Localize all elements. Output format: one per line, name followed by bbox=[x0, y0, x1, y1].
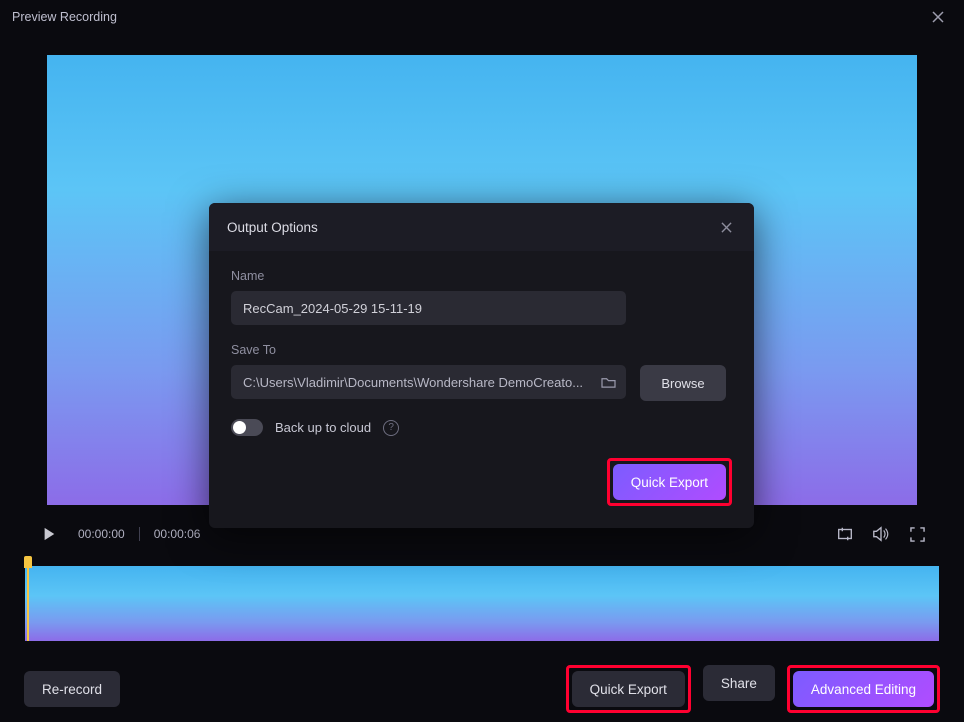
output-options-dialog: Output Options Name Save To C:\Users\Vla… bbox=[209, 203, 754, 528]
name-input[interactable] bbox=[231, 291, 626, 325]
crop-button[interactable] bbox=[836, 525, 854, 543]
help-icon[interactable]: ? bbox=[383, 420, 399, 436]
duration-time: 00:00:06 bbox=[154, 527, 201, 541]
fullscreen-icon bbox=[910, 527, 925, 542]
dialog-body: Name Save To C:\Users\Vladimir\Documents… bbox=[209, 251, 754, 528]
backup-toggle[interactable] bbox=[231, 419, 263, 436]
close-icon bbox=[932, 11, 944, 23]
titlebar: Preview Recording bbox=[0, 0, 964, 34]
backup-label: Back up to cloud bbox=[275, 420, 371, 435]
highlight-box: Advanced Editing bbox=[787, 665, 940, 713]
advanced-editing-button[interactable]: Advanced Editing bbox=[793, 671, 934, 707]
highlight-box: Quick Export bbox=[566, 665, 691, 713]
dialog-title: Output Options bbox=[227, 220, 318, 235]
timeline-track[interactable] bbox=[25, 566, 939, 641]
name-label: Name bbox=[231, 269, 732, 283]
toggle-knob bbox=[233, 421, 246, 434]
share-button[interactable]: Share bbox=[703, 665, 775, 701]
saveto-input[interactable]: C:\Users\Vladimir\Documents\Wondershare … bbox=[231, 365, 626, 399]
saveto-label: Save To bbox=[231, 343, 732, 357]
rerecord-button[interactable]: Re-record bbox=[24, 671, 120, 707]
player-right-controls bbox=[836, 525, 926, 543]
playhead-line bbox=[27, 566, 29, 641]
time-display: 00:00:00 00:00:06 bbox=[78, 527, 200, 541]
window-close-button[interactable] bbox=[924, 3, 952, 31]
close-icon bbox=[721, 222, 732, 233]
dialog-header: Output Options bbox=[209, 203, 754, 251]
current-time: 00:00:00 bbox=[78, 527, 125, 541]
dialog-close-button[interactable] bbox=[716, 217, 736, 237]
volume-icon bbox=[872, 525, 890, 543]
bottom-bar: Re-record Quick Export Share Advanced Ed… bbox=[0, 656, 964, 722]
play-button[interactable] bbox=[38, 523, 60, 545]
volume-button[interactable] bbox=[872, 525, 890, 543]
crop-icon bbox=[836, 525, 854, 543]
quick-export-modal-button[interactable]: Quick Export bbox=[613, 464, 726, 500]
fullscreen-button[interactable] bbox=[908, 525, 926, 543]
quick-export-bottom-button[interactable]: Quick Export bbox=[572, 671, 685, 707]
browse-button[interactable]: Browse bbox=[640, 365, 726, 401]
play-icon bbox=[42, 527, 56, 541]
folder-icon bbox=[601, 376, 616, 389]
highlight-box: Quick Export bbox=[607, 458, 732, 506]
time-separator bbox=[139, 527, 140, 541]
saveto-path: C:\Users\Vladimir\Documents\Wondershare … bbox=[243, 375, 595, 390]
window-title: Preview Recording bbox=[12, 10, 117, 24]
